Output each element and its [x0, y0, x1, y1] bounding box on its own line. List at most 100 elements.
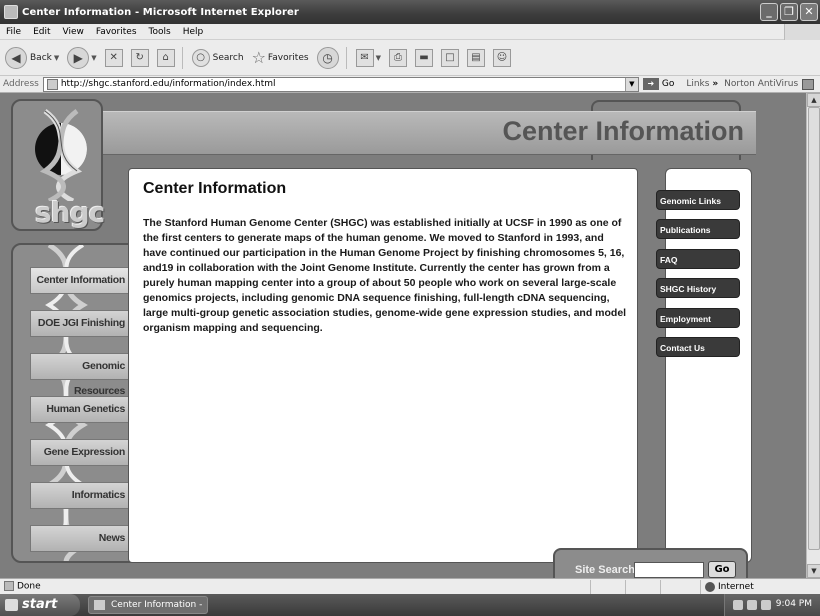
menu-edit[interactable]: Edit [27, 27, 56, 37]
forward-dropdown-icon[interactable]: ▼ [91, 54, 96, 62]
menu-bar: File Edit View Favorites Tools Help [0, 24, 820, 40]
discuss-button[interactable]: □ [438, 44, 462, 72]
windows-flag-icon [5, 599, 18, 611]
clock[interactable]: 9:04 PM [776, 599, 812, 609]
shgc-logo-panel[interactable]: shgc [11, 99, 105, 231]
links-chevron-icon: » [712, 79, 719, 89]
edit-button[interactable]: ▬ [412, 44, 436, 72]
site-search: Site Search: Go [553, 548, 748, 578]
mail-dropdown-icon[interactable]: ▼ [376, 54, 381, 62]
home-button[interactable]: ⌂ [154, 44, 178, 72]
scroll-up-icon[interactable]: ▲ [807, 93, 820, 107]
address-label: Address [3, 79, 39, 89]
menu-help[interactable]: Help [177, 27, 210, 37]
scroll-down-icon[interactable]: ▼ [807, 564, 820, 578]
security-zone: Internet [702, 579, 754, 595]
tray-volume-icon[interactable] [747, 600, 757, 610]
menu-favorites[interactable]: Favorites [90, 27, 143, 37]
norton-icon[interactable] [802, 78, 815, 90]
left-navigation: Center Information DOE JGI Finishing Gen… [11, 243, 139, 563]
start-label: start [22, 597, 58, 612]
title-bar: Center Information - Microsoft Internet … [0, 0, 820, 24]
nav-center-information[interactable]: Center Information [30, 267, 131, 294]
nav-news[interactable]: News [30, 525, 131, 552]
taskbar: start Center Information - ... 9:04 PM [0, 594, 820, 616]
messenger-button[interactable]: ☺ [490, 44, 514, 72]
back-label: Back [30, 52, 52, 63]
maximize-button[interactable]: ❐ [780, 3, 798, 21]
menu-tools[interactable]: Tools [143, 27, 177, 37]
link-publications[interactable]: Publications [656, 219, 740, 239]
minimize-button[interactable]: _ [760, 3, 778, 21]
site-search-go-button[interactable]: Go [708, 561, 736, 578]
back-arrow-icon: ◀ [5, 46, 27, 69]
printer-icon: ⎙ [388, 48, 407, 67]
address-url[interactable]: http://shgc.stanford.edu/information/ind… [61, 79, 276, 89]
menu-file[interactable]: File [0, 27, 27, 37]
nav-human-genetics[interactable]: Human Genetics [30, 396, 131, 423]
norton-antivirus-button[interactable]: Norton AntiVirus [724, 79, 798, 89]
status-done: Done [0, 581, 41, 592]
site-search-input[interactable] [634, 562, 704, 578]
link-genomic-links[interactable]: Genomic Links [656, 190, 740, 210]
go-arrow-icon: ➜ [642, 78, 659, 90]
status-divider [660, 580, 661, 594]
dna-helix-logo-icon [35, 108, 87, 201]
link-contact-us[interactable]: Contact Us [656, 337, 740, 357]
page-header-title: Center Information [502, 116, 744, 146]
search-button[interactable]: ○ Search [189, 44, 247, 72]
start-button[interactable]: start [0, 594, 80, 616]
star-icon: ☆ [251, 48, 266, 67]
nav-doe-jgi-finishing[interactable]: DOE JGI Finishing [30, 310, 131, 337]
page-header: Center Information [103, 111, 756, 155]
back-button[interactable]: ◀ Back ▼ [2, 44, 62, 72]
stop-button[interactable]: ✕ [102, 44, 126, 72]
nav-genomic-resources[interactable]: Genomic Resources [30, 353, 131, 397]
home-icon: ⌂ [156, 48, 175, 67]
favorites-label: Favorites [267, 52, 309, 63]
magnifier-icon: ○ [191, 48, 210, 67]
forward-arrow-icon: ▶ [67, 46, 90, 69]
forward-button[interactable]: ▶ ▼ [64, 44, 99, 72]
status-divider [625, 580, 626, 594]
discuss-icon: □ [440, 48, 459, 67]
page-icon [46, 78, 58, 90]
refresh-icon: ↻ [130, 48, 149, 67]
scroll-thumb[interactable] [808, 107, 820, 550]
link-shgc-history[interactable]: SHGC History [656, 278, 740, 298]
status-text: Done [17, 581, 41, 592]
ie-app-icon[interactable] [4, 5, 18, 19]
tray-monitor-icon[interactable] [761, 600, 771, 610]
menu-view[interactable]: View [57, 27, 90, 37]
nav-gene-expression[interactable]: Gene Expression [30, 439, 131, 466]
status-bar: Done Internet [0, 578, 820, 594]
page-done-icon [4, 581, 14, 592]
ie-task-icon [94, 600, 105, 610]
address-dropdown-icon[interactable]: ▼ [624, 77, 638, 91]
stop-icon: ✕ [104, 48, 123, 67]
favorites-button[interactable]: ☆ Favorites [249, 44, 312, 72]
link-employment[interactable]: Employment [656, 308, 740, 328]
system-tray: 9:04 PM [724, 594, 820, 616]
history-button[interactable]: ◷ [314, 44, 342, 72]
window-title: Center Information - Microsoft Internet … [22, 6, 299, 18]
print-button[interactable]: ⎙ [386, 44, 410, 72]
taskbar-ie-window[interactable]: Center Information - ... [88, 596, 208, 614]
refresh-button[interactable]: ↻ [128, 44, 152, 72]
go-button[interactable]: ➜ Go [642, 78, 674, 90]
link-faq[interactable]: FAQ [656, 249, 740, 269]
vertical-scrollbar[interactable]: ▲ ▼ [806, 93, 820, 578]
mail-icon: ✉ [355, 48, 374, 67]
close-button[interactable]: ✕ [800, 3, 818, 21]
zone-label: Internet [718, 582, 754, 592]
back-dropdown-icon[interactable]: ▼ [54, 54, 59, 62]
tray-network-icon[interactable] [733, 600, 743, 610]
task-label: Center Information - ... [111, 600, 203, 610]
content-title: Center Information [143, 180, 287, 197]
research-button[interactable]: ▤ [464, 44, 488, 72]
links-button[interactable]: Links » [686, 79, 718, 89]
address-input[interactable]: http://shgc.stanford.edu/information/ind… [42, 76, 639, 92]
nav-informatics[interactable]: Informatics [30, 482, 131, 509]
mail-button[interactable]: ✉ ▼ [353, 44, 384, 72]
search-label: Search [212, 52, 244, 63]
